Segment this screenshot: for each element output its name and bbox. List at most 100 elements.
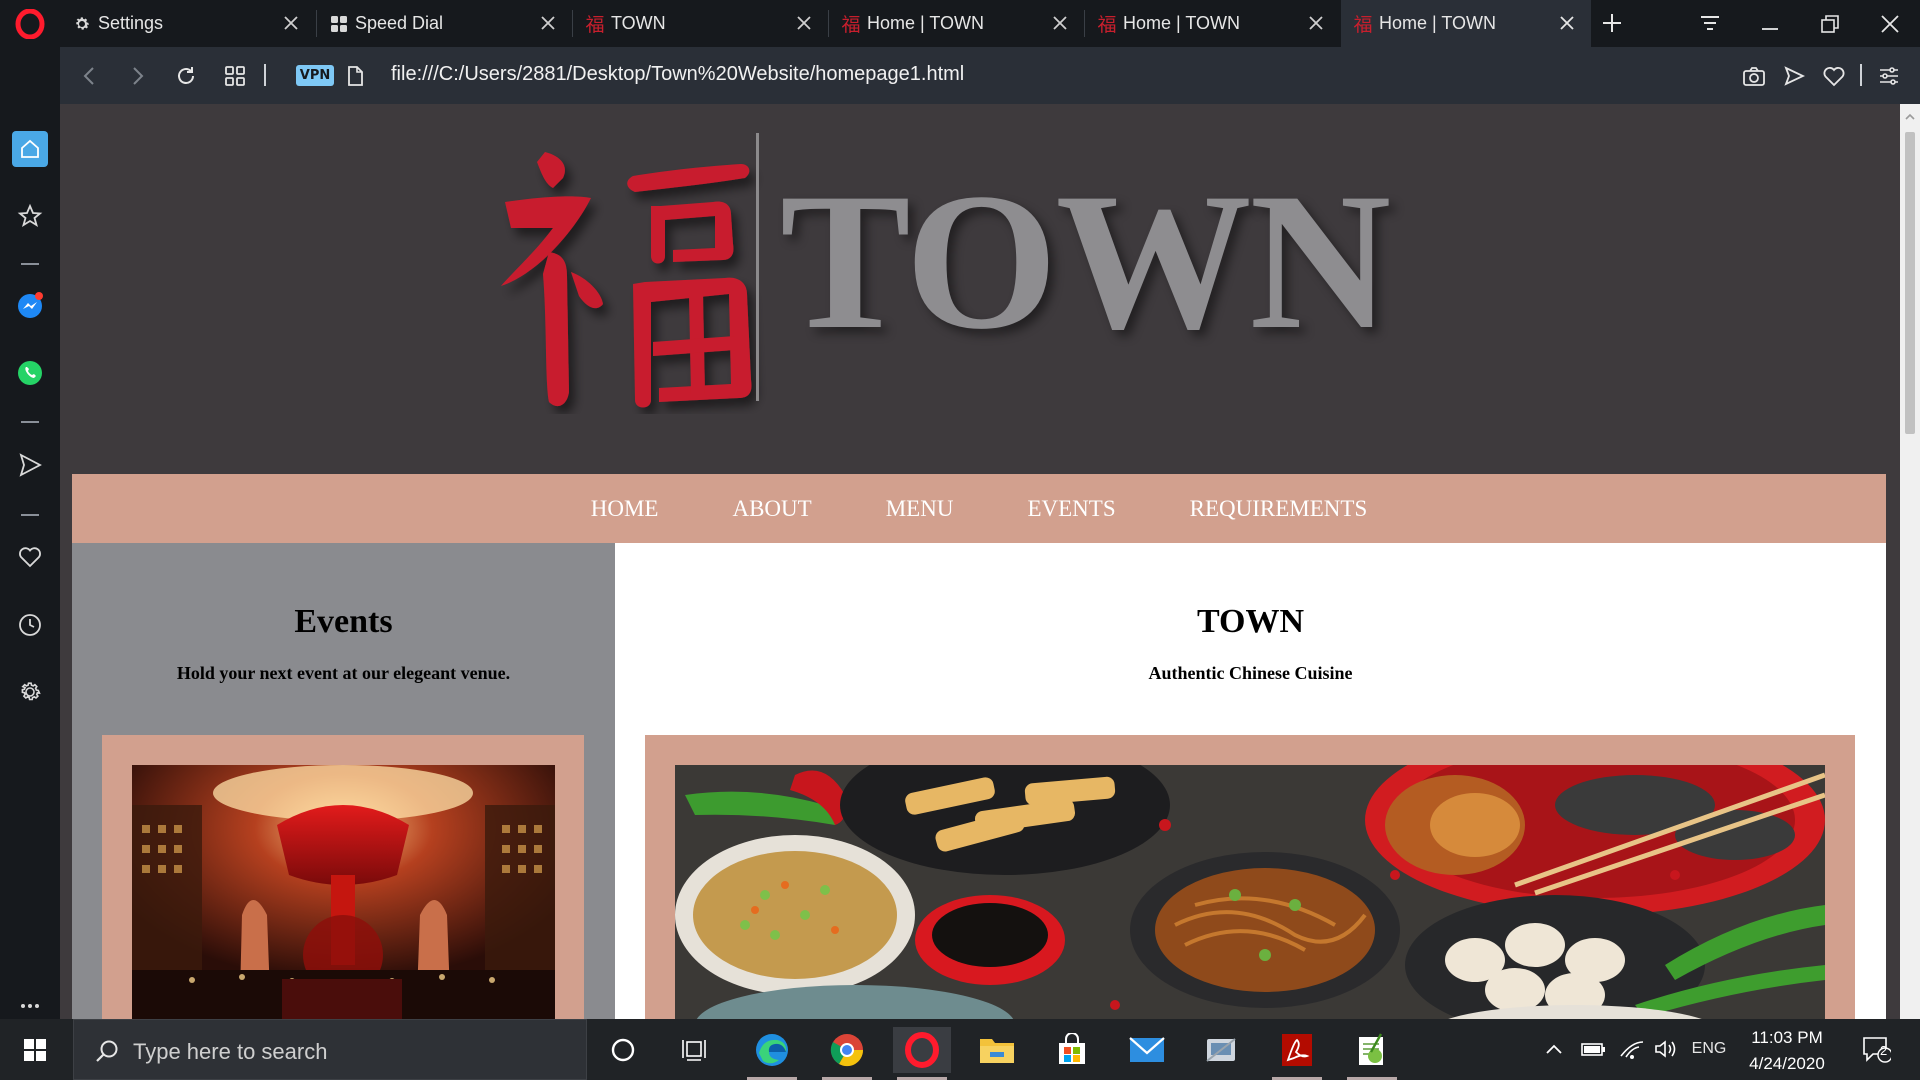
input-language-indicator[interactable]: ENG <box>1686 1036 1732 1062</box>
web-page: TOWN HOME ABOUT MENU EVENTS REQUIREMENTS… <box>60 104 1900 1019</box>
send-flow-icon[interactable] <box>1781 63 1807 89</box>
events-title: Events <box>294 603 393 640</box>
close-window-icon[interactable] <box>1874 8 1906 40</box>
tab-home-town-1[interactable]: 福 Home | TOWN <box>829 0 1084 47</box>
bookmarks-star-icon[interactable] <box>12 198 48 234</box>
scrollbar-thumb[interactable] <box>1905 132 1915 434</box>
tab-title: Home | TOWN <box>1123 13 1241 33</box>
whatsapp-icon[interactable] <box>12 355 48 391</box>
cortana-icon[interactable] <box>594 1027 652 1073</box>
nav-link-events[interactable]: EVENTS <box>990 496 1152 522</box>
snapshot-camera-icon[interactable] <box>1741 63 1767 89</box>
restaurant-interior-photo <box>132 765 555 1019</box>
tab-title: Speed Dial <box>355 13 444 33</box>
nav-link-menu[interactable]: MENU <box>849 496 991 522</box>
notepad-icon[interactable] <box>1343 1027 1401 1080</box>
task-view-icon[interactable] <box>666 1027 724 1073</box>
forward-icon[interactable] <box>124 63 150 89</box>
opera-taskbar-icon[interactable] <box>893 1027 951 1080</box>
tab-title: Settings <box>98 13 164 33</box>
system-clock[interactable]: 11:03 PM 4/24/2020 <box>1741 1025 1833 1077</box>
my-flow-heart-icon[interactable] <box>12 539 48 575</box>
minimize-icon[interactable] <box>1754 8 1786 40</box>
events-subtitle: Hold your next event at our elegeant ven… <box>176 663 511 683</box>
close-icon[interactable] <box>281 13 301 33</box>
more-dots-icon[interactable] <box>12 997 48 1015</box>
nav-link-requirements[interactable]: REQUIREMENTS <box>1153 496 1405 522</box>
events-photo-frame <box>102 735 584 1019</box>
clock-date: 4/24/2020 <box>1749 1054 1825 1073</box>
microsoft-store-icon[interactable] <box>1043 1027 1101 1073</box>
reload-icon[interactable] <box>173 63 199 89</box>
settings-gear-icon[interactable] <box>12 674 48 710</box>
site-nav: HOME ABOUT MENU EVENTS REQUIREMENTS <box>72 474 1886 543</box>
flow-send-icon[interactable] <box>12 447 48 483</box>
clock-time: 11:03 PM <box>1751 1028 1823 1047</box>
events-section: Events Hold your next event at our elege… <box>72 543 615 1019</box>
toolbar-separator <box>1860 64 1862 86</box>
tab-title: TOWN <box>611 13 666 33</box>
page-scrollbar[interactable] <box>1900 104 1920 1019</box>
site-header: TOWN <box>60 104 1900 474</box>
close-icon[interactable] <box>538 13 558 33</box>
windows-taskbar: Type here to search ENG 11:03 PM 4/24/20… <box>0 1019 1920 1080</box>
nav-link-home[interactable]: HOME <box>554 496 696 522</box>
mail-icon[interactable] <box>1118 1027 1176 1073</box>
chrome-icon[interactable] <box>818 1027 876 1080</box>
nav-link-about[interactable]: ABOUT <box>695 496 848 522</box>
system-app-icon[interactable] <box>1193 1027 1251 1073</box>
wifi-icon[interactable] <box>1618 1036 1646 1062</box>
address-bar: VPN file:///C:/Users/2881/Desktop/Town%2… <box>60 47 1920 104</box>
heart-bookmark-icon[interactable] <box>1821 63 1847 89</box>
edge-browser-icon[interactable] <box>743 1027 801 1080</box>
logo-fu-character <box>483 144 783 414</box>
volume-icon[interactable] <box>1652 1036 1680 1062</box>
home-icon[interactable] <box>12 131 48 167</box>
search-placeholder: Type here to search <box>133 1039 328 1064</box>
tab-speed-dial[interactable]: Speed Dial <box>317 0 572 47</box>
vpn-badge[interactable]: VPN <box>296 65 334 86</box>
restaurant-interior-image <box>132 765 555 1019</box>
chinese-food-image <box>675 765 1825 1019</box>
new-tab-plus-icon[interactable] <box>1599 10 1625 36</box>
show-hidden-icons-chevron-icon[interactable] <box>1542 1036 1566 1062</box>
close-icon[interactable] <box>1050 13 1070 33</box>
close-icon[interactable] <box>1306 13 1326 33</box>
chinese-food-photo <box>675 765 1825 1019</box>
windows-start-icon[interactable] <box>0 1019 70 1080</box>
back-icon[interactable] <box>77 63 103 89</box>
close-icon[interactable] <box>1557 13 1577 33</box>
action-center-icon[interactable]: 2 <box>1856 1033 1896 1065</box>
search-icon <box>94 1038 120 1069</box>
url-field[interactable]: file:///C:/Users/2881/Desktop/Town%20Web… <box>391 63 964 86</box>
tab-town[interactable]: 福 TOWN <box>573 0 828 47</box>
messenger-icon[interactable] <box>12 288 48 324</box>
battery-icon[interactable] <box>1578 1036 1608 1062</box>
main-section: TOWN Authentic Chinese Cuisine <box>615 543 1886 1019</box>
tab-title: Home | TOWN <box>867 13 985 33</box>
taskbar-search-box[interactable]: Type here to search <box>73 1019 587 1080</box>
tab-menu-icon[interactable] <box>1694 8 1726 40</box>
logo-fu-glyph <box>501 152 752 408</box>
food-photo-frame <box>645 735 1855 1019</box>
fu-favicon-icon: 福 <box>841 14 861 36</box>
logo-wordmark: TOWN <box>780 153 1391 370</box>
page-info-icon[interactable] <box>342 63 368 89</box>
fu-favicon-icon: 福 <box>1353 14 1373 36</box>
tab-settings[interactable]: Settings <box>60 0 315 47</box>
scroll-up-arrow-icon[interactable] <box>1904 110 1916 122</box>
page-gutter <box>1886 474 1900 1019</box>
file-explorer-icon[interactable] <box>968 1027 1026 1073</box>
fu-favicon-icon: 福 <box>1097 14 1117 36</box>
speed-dial-icon <box>329 14 349 34</box>
restore-icon[interactable] <box>1814 8 1846 40</box>
tabs-grid-icon[interactable] <box>222 63 248 89</box>
logo-divider <box>756 133 759 401</box>
adobe-acrobat-icon[interactable] <box>1268 1027 1326 1080</box>
history-clock-icon[interactable] <box>12 607 48 643</box>
tab-home-town-2[interactable]: 福 Home | TOWN <box>1085 0 1340 47</box>
easy-setup-icon[interactable] <box>1876 63 1902 89</box>
tab-home-town-active[interactable]: 福 Home | TOWN <box>1341 0 1591 47</box>
close-icon[interactable] <box>794 13 814 33</box>
opera-logo-icon[interactable] <box>0 0 60 47</box>
